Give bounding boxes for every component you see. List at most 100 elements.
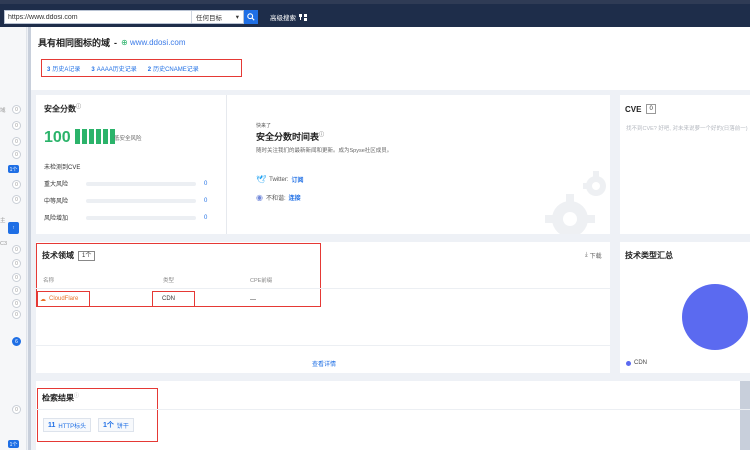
sidebar-count[interactable]: 0 <box>12 150 21 159</box>
risk-name: 风险增加 <box>44 216 69 222</box>
score-level: 低安全风险 <box>114 136 142 142</box>
tech-cpe-cell: — <box>250 297 256 303</box>
discord-icon: ◉ <box>256 193 263 202</box>
domain-link[interactable]: ⊕ www.ddosi.com <box>121 38 186 47</box>
row-divider <box>36 345 610 346</box>
download-label: 下载 <box>589 254 602 260</box>
score-bar <box>96 129 101 144</box>
card-divider <box>226 95 227 234</box>
download-button[interactable]: ⤓ 下载 <box>585 251 602 260</box>
sidebar-count-badge[interactable]: 1个 <box>8 440 19 448</box>
risk-row-increased: 风险增加 0 <box>44 213 207 223</box>
sidebar-count[interactable]: 0 <box>12 121 21 130</box>
tab-label: 历史CNAME记录 <box>153 66 199 73</box>
sidebar-count[interactable]: 0 <box>12 180 21 189</box>
tech-type: CDN <box>162 296 175 302</box>
row-divider <box>36 288 610 289</box>
search-button[interactable] <box>244 10 258 24</box>
cloud-icon: ☁ <box>40 296 46 303</box>
history-tabs: 3 历史A记录 3 AAAA历史记录 2 历史CNAME记录 <box>41 59 242 77</box>
sidebar-count[interactable]: 0 <box>12 105 21 114</box>
target-select[interactable]: 任何目标 ▾ <box>191 11 243 23</box>
chip-count: 1个 <box>103 422 114 429</box>
search-icon <box>247 13 255 21</box>
sidebar-label: 主 <box>0 218 6 224</box>
column-header-type: 类型 <box>163 278 175 284</box>
twitter-label: Twitter: <box>269 176 289 183</box>
risk-value[interactable]: 0 <box>204 198 207 204</box>
chip-http-headers[interactable]: 11 HTTP标头 <box>43 418 92 432</box>
risk-value[interactable]: 0 <box>204 181 207 187</box>
score-bar <box>82 129 87 144</box>
gear-icon <box>545 171 606 234</box>
score-bars <box>75 129 115 144</box>
history-cname-tab[interactable]: 2 历史CNAME记录 <box>148 64 199 73</box>
security-score-card: 安全分数ⓘ 100 低安全风险 未检测到CVE 重大风险 0 中等风险 0 风险… <box>36 95 610 234</box>
risk-name: 重大风险 <box>44 182 69 188</box>
sidebar-count[interactable]: 0 <box>12 195 21 204</box>
scroll-strip <box>740 381 750 450</box>
tech-name-cell[interactable]: ☁ CloudFlare <box>37 291 90 307</box>
sidebar-count-badge[interactable]: 1个 <box>8 165 19 173</box>
search-input[interactable] <box>5 11 191 23</box>
top-stripe <box>0 0 750 4</box>
info-icon[interactable]: ⓘ <box>319 132 324 138</box>
sidebar-count[interactable]: 0 <box>12 259 21 268</box>
discord-label: 不和谐: <box>265 196 286 202</box>
risk-bar <box>86 198 196 203</box>
sidebar-count[interactable]: 0 <box>12 286 21 295</box>
info-icon[interactable]: ⓘ <box>76 104 81 110</box>
sidebar-label: C3 <box>0 241 8 247</box>
tab-label: 历史A记录 <box>52 66 81 73</box>
target-select-label: 任何目标 <box>196 15 222 22</box>
score-title-text: 安全分数 <box>44 104 76 114</box>
tech-summary-card: 技术类型汇总 CDN <box>620 242 750 373</box>
cve-title: CVE <box>625 104 642 114</box>
chip-cookies[interactable]: 1个 饼干 <box>98 418 134 432</box>
tech-header: 技术领域 1个 <box>42 250 96 261</box>
column-header-name: 名称 <box>43 278 55 284</box>
risk-name: 中等风险 <box>44 199 69 205</box>
page-title-text: 具有相同图标的域 <box>38 38 111 48</box>
legend-dot <box>626 360 631 366</box>
sidebar-count[interactable]: 0 <box>12 245 21 254</box>
twitter-icon: 🕊 <box>256 175 267 184</box>
sidebar-count[interactable]: 0 <box>12 310 21 319</box>
score-value: 100 <box>44 129 71 146</box>
chip-label: 饼干 <box>116 423 129 430</box>
promo-subtitle: 快来了 <box>256 123 272 129</box>
discord-connect-link[interactable]: 连接 <box>289 193 301 202</box>
pie-legend: CDN <box>626 360 647 366</box>
search-box: 任何目标 ▾ <box>4 10 244 24</box>
cve-count-badge: 0 <box>646 104 656 114</box>
advanced-search-link[interactable]: 高级搜索 <box>270 12 307 22</box>
info-icon[interactable]: ⓘ <box>74 393 79 399</box>
risk-value[interactable]: 0 <box>204 215 207 221</box>
chip-label: HTTP标头 <box>58 423 87 430</box>
risk-row-medium: 中等风险 0 <box>44 196 207 206</box>
risk-bar <box>86 215 196 220</box>
cve-header: CVE 0 <box>625 104 656 114</box>
sidebar-divider <box>28 27 31 450</box>
tab-count: 3 <box>47 66 51 73</box>
risk-row-critical: 重大风险 0 <box>44 179 207 189</box>
tab-count: 3 <box>91 66 95 73</box>
results-divider <box>36 409 750 410</box>
sidebar-count[interactable]: 0 <box>12 405 21 414</box>
cve-card: CVE 0 找不到CVE? 好吧, 对未来说萝一个好的(日落前一) <box>620 95 750 234</box>
legend-label: CDN <box>634 360 647 366</box>
filter-icon <box>299 13 307 21</box>
title-separator: - <box>114 37 118 48</box>
view-details-link[interactable]: 查看详情 <box>312 359 336 368</box>
sidebar-count-badge[interactable]: ↑ <box>8 222 19 234</box>
pie-slice-cdn[interactable] <box>682 284 748 350</box>
cve-empty-text: 找不到CVE? 好吧, 对未来说萝一个好的(日落前一) <box>626 126 748 132</box>
score-bar <box>75 129 80 144</box>
history-aaaa-tab[interactable]: 3 AAAA历史记录 <box>91 64 136 73</box>
sidebar-count[interactable]: 6 <box>12 337 21 346</box>
twitter-subscribe-link[interactable]: 订阅 <box>292 175 304 184</box>
sidebar-count[interactable]: 0 <box>12 273 21 282</box>
sidebar-count[interactable]: 0 <box>12 137 21 146</box>
history-a-tab[interactable]: 3 历史A记录 <box>47 64 80 73</box>
sidebar-count[interactable]: 0 <box>12 299 21 308</box>
